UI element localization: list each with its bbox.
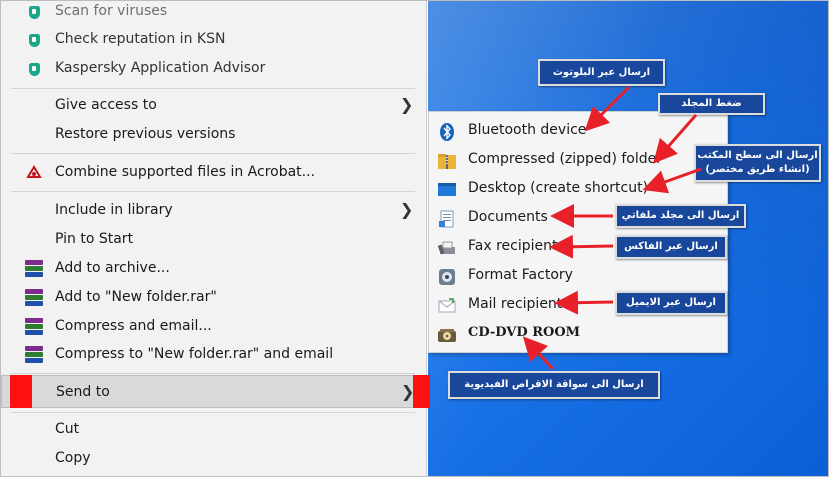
menu-item-label: Compress and email... — [55, 318, 212, 334]
send-to-desktop[interactable]: Desktop (create shortcut) — [429, 176, 727, 204]
callout-zip: ضغط المجلد — [658, 93, 765, 115]
send-to-label: Format Factory — [468, 267, 573, 283]
zip-folder-icon — [437, 151, 457, 171]
menu-item-label: Give access to — [55, 97, 157, 113]
bluetooth-icon — [437, 122, 457, 142]
menu-item-cut[interactable]: Cut — [1, 416, 426, 444]
menu-item-give-access[interactable]: Give access to ❯ — [1, 92, 426, 120]
acrobat-icon — [25, 164, 43, 182]
menu-item-label: Restore previous versions — [55, 126, 236, 142]
send-to-label: Desktop (create shortcut) — [468, 180, 649, 196]
menu-item-send-to[interactable]: Send to ❯ — [1, 375, 426, 408]
kaspersky-icon — [25, 31, 43, 49]
menu-item-pin-to-start[interactable]: Pin to Start — [1, 226, 426, 254]
menu-item-label: Pin to Start — [55, 231, 134, 247]
winrar-icon — [25, 318, 43, 336]
menu-item-label: Check reputation in KSN — [55, 31, 226, 47]
menu-item-compress-email[interactable]: Compress and email... — [1, 313, 426, 341]
send-to-label: Fax recipient — [468, 238, 558, 254]
callout-desktop-line2: (انشاء طريق مختصر) — [705, 164, 810, 175]
menu-item-label: Compress to "New folder.rar" and email — [55, 346, 334, 362]
send-to-format-factory[interactable]: Format Factory — [429, 263, 727, 291]
send-to-cd-dvd[interactable]: CD-DVD ROOM — [429, 321, 727, 349]
send-to-label: Documents — [468, 209, 548, 225]
winrar-icon — [25, 346, 43, 364]
context-menu: Scan for viruses Check reputation in KSN… — [1, 1, 427, 476]
menu-item-label: Copy — [55, 450, 91, 466]
menu-separator — [11, 373, 415, 374]
callout-documents: ارسال الى مجلد ملفاتي — [615, 204, 746, 228]
menu-item-scan-for-viruses[interactable]: Scan for viruses — [1, 1, 426, 26]
format-factory-icon — [437, 267, 457, 287]
menu-item-copy[interactable]: Copy — [1, 445, 426, 473]
screenshot-frame: Scan for viruses Check reputation in KSN… — [0, 0, 829, 477]
kaspersky-icon — [25, 3, 43, 21]
callout-desktop-line1: ارسال الى سطح المكتب — [697, 150, 818, 161]
menu-item-add-to-archive[interactable]: Add to archive... — [1, 255, 426, 283]
callout-fax: ارسال عبر الفاكس — [615, 235, 727, 259]
send-to-bluetooth[interactable]: Bluetooth device — [429, 118, 727, 146]
winrar-icon — [25, 260, 43, 278]
highlight-marker-right — [413, 375, 430, 408]
callout-bluetooth: ارسال عبر البلوتوث — [538, 59, 665, 86]
menu-separator — [11, 412, 415, 413]
menu-item-add-to-rar[interactable]: Add to "New folder.rar" — [1, 284, 426, 312]
send-to-submenu: Bluetooth device Compressed (zipped) fol… — [428, 111, 728, 353]
menu-separator — [11, 153, 415, 154]
menu-item-check-reputation[interactable]: Check reputation in KSN — [1, 26, 426, 54]
highlight-marker-left — [10, 375, 32, 408]
menu-item-label: Add to "New folder.rar" — [55, 289, 217, 305]
kaspersky-icon — [25, 60, 43, 78]
fax-icon — [437, 238, 457, 258]
send-to-label: Bluetooth device — [468, 122, 587, 138]
cd-dvd-icon — [437, 325, 457, 345]
documents-icon — [437, 209, 457, 229]
menu-item-label: Add to archive... — [55, 260, 170, 276]
callout-mail: ارسال عبر الايميل — [615, 291, 727, 315]
mail-icon — [437, 296, 457, 316]
menu-item-label: Scan for viruses — [55, 3, 168, 19]
menu-separator — [11, 88, 415, 89]
desktop-icon — [437, 180, 457, 200]
menu-item-label: Cut — [55, 421, 80, 437]
send-to-zip[interactable]: Compressed (zipped) folder — [429, 147, 727, 175]
menu-item-kaspersky-advisor[interactable]: Kaspersky Application Advisor — [1, 55, 426, 83]
menu-item-label: Combine supported files in Acrobat... — [55, 164, 316, 180]
winrar-icon — [25, 289, 43, 307]
menu-item-restore-versions[interactable]: Restore previous versions — [1, 121, 426, 149]
menu-separator — [11, 191, 415, 192]
send-to-label: Compressed (zipped) folder — [468, 151, 662, 167]
send-to-label: Mail recipient — [468, 296, 563, 312]
chevron-right-icon: ❯ — [400, 95, 414, 114]
menu-item-include-library[interactable]: Include in library ❯ — [1, 197, 426, 225]
chevron-right-icon: ❯ — [400, 200, 414, 219]
menu-item-label: Kaspersky Application Advisor — [55, 60, 266, 76]
menu-item-combine-acrobat[interactable]: Combine supported files in Acrobat... — [1, 159, 426, 187]
callout-cd-dvd: ارسال الى سواقة الاقراص الفيديوية — [448, 371, 660, 399]
menu-item-label: Include in library — [55, 202, 173, 218]
menu-item-compress-to-rar-email[interactable]: Compress to "New folder.rar" and email — [1, 341, 426, 369]
menu-item-label: Send to — [56, 384, 110, 400]
callout-desktop: ارسال الى سطح المكتب (انشاء طريق مختصر) — [694, 144, 821, 182]
send-to-label: CD-DVD ROOM — [468, 325, 581, 340]
